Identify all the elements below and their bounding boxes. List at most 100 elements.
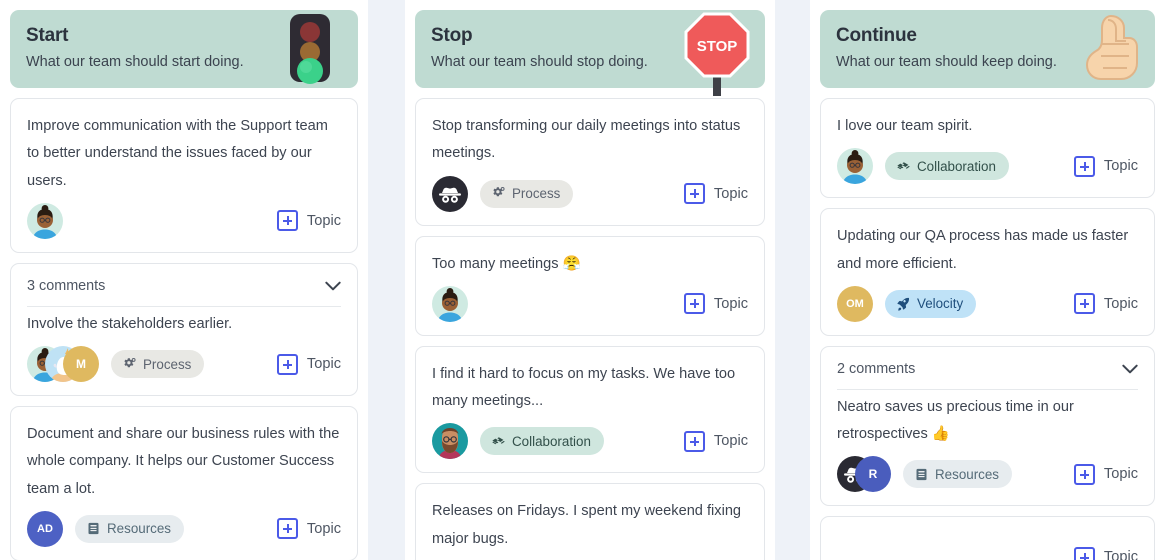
topic-chip[interactable]: Resources bbox=[903, 460, 1013, 489]
plus-icon bbox=[276, 210, 298, 232]
card-text: Stop transforming our daily meetings int… bbox=[432, 118, 741, 162]
card-text: Releases on Fridays. I spent my weekend … bbox=[432, 503, 742, 547]
avatar-group: R bbox=[837, 456, 891, 493]
idea-card[interactable]: Topic bbox=[820, 516, 1155, 560]
comments-count: 3 comments bbox=[27, 277, 106, 294]
add-topic-button[interactable]: Topic bbox=[1073, 463, 1138, 485]
add-topic-button[interactable]: Topic bbox=[276, 210, 341, 232]
incognito-avatar-icon bbox=[439, 187, 461, 203]
idea-card[interactable]: Updating our QA process has made us fast… bbox=[820, 208, 1155, 336]
add-topic-label: Topic bbox=[1103, 295, 1138, 312]
add-topic-button[interactable]: Topic bbox=[276, 518, 341, 540]
comments-toggle[interactable]: 2 comments bbox=[837, 361, 1138, 390]
add-topic-button[interactable]: Topic bbox=[276, 353, 341, 375]
topic-chip[interactable]: Process bbox=[480, 179, 574, 208]
idea-card[interactable]: Too many meetings 😤 Topic bbox=[415, 235, 765, 336]
avatar-icon bbox=[33, 204, 57, 239]
card-footer: Topic bbox=[27, 202, 341, 239]
add-topic-label: Topic bbox=[1103, 549, 1138, 560]
add-topic-button[interactable]: Topic bbox=[1073, 293, 1138, 315]
avatar[interactable] bbox=[432, 285, 468, 322]
card-footer: M Process Topic bbox=[27, 346, 341, 383]
column-start: Start What our team should start doing. Im… bbox=[0, 0, 368, 560]
comments-toggle[interactable]: 3 comments bbox=[27, 278, 341, 307]
avatar-initials: M bbox=[76, 357, 86, 372]
comments-count: 2 comments bbox=[837, 360, 916, 377]
idea-card[interactable]: I find it hard to focus on my tasks. We … bbox=[415, 345, 765, 474]
plus-icon bbox=[1073, 546, 1095, 560]
plus-icon bbox=[683, 430, 705, 452]
avatar-group: AD bbox=[27, 510, 63, 547]
avatar[interactable] bbox=[27, 202, 63, 239]
avatar[interactable] bbox=[432, 175, 468, 212]
topic-chip-label: Collaboration bbox=[512, 433, 591, 449]
idea-card[interactable]: Improve communication with the Support t… bbox=[10, 98, 358, 253]
avatar[interactable] bbox=[837, 148, 873, 185]
avatar-icon bbox=[438, 287, 462, 322]
topic-chip[interactable]: Resources bbox=[75, 514, 185, 543]
card-text: Improve communication with the Support t… bbox=[27, 118, 328, 189]
topic-chip-label: Process bbox=[143, 356, 192, 372]
thumbs-up-icon bbox=[1071, 8, 1143, 94]
idea-card[interactable]: Stop transforming our daily meetings int… bbox=[415, 98, 765, 226]
column-stop: Stop What our team should stop doing. STOP… bbox=[405, 0, 775, 560]
comment-group-card[interactable]: 2 comments Neatro saves us precious time … bbox=[820, 345, 1155, 507]
card-footer: AD Resources Topic bbox=[27, 510, 341, 547]
avatar-group bbox=[837, 148, 873, 185]
svg-text:STOP: STOP bbox=[697, 38, 738, 55]
idea-card[interactable]: Releases on Fridays. I spent my weekend … bbox=[415, 483, 765, 560]
chevron-down-icon[interactable] bbox=[325, 281, 341, 291]
add-topic-label: Topic bbox=[713, 433, 748, 450]
avatar[interactable]: AD bbox=[27, 510, 63, 547]
column-header-continue: Continue What our team should keep doing. bbox=[820, 10, 1155, 88]
avatar[interactable] bbox=[432, 423, 468, 460]
add-topic-label: Topic bbox=[713, 295, 748, 312]
add-topic-label: Topic bbox=[1103, 466, 1138, 483]
avatar[interactable]: R bbox=[855, 456, 891, 493]
comment-group-card[interactable]: 3 comments Involve the stakeholders earli… bbox=[10, 262, 358, 397]
add-topic-label: Topic bbox=[306, 520, 341, 537]
avatar[interactable]: OM bbox=[837, 285, 873, 322]
stop-sign-icon: STOP bbox=[681, 8, 753, 96]
gear-icon bbox=[491, 186, 506, 201]
card-text: Too many meetings 😤 bbox=[432, 255, 581, 272]
topic-chip[interactable]: Velocity bbox=[885, 289, 977, 318]
avatar-group bbox=[27, 202, 63, 239]
stop-sign-icon: STOP bbox=[684, 12, 750, 96]
book-icon bbox=[86, 521, 101, 536]
topic-chip-label: Process bbox=[512, 186, 561, 202]
add-topic-button[interactable]: Topic bbox=[1073, 155, 1138, 177]
add-topic-button[interactable]: Topic bbox=[683, 430, 748, 452]
idea-card[interactable]: Document and share our business rules wi… bbox=[10, 406, 358, 560]
avatar-group: M bbox=[27, 346, 99, 383]
plus-icon bbox=[276, 518, 298, 540]
avatar[interactable]: M bbox=[63, 346, 99, 383]
chevron-down-icon[interactable] bbox=[1122, 364, 1138, 374]
add-topic-button[interactable]: Topic bbox=[683, 183, 748, 205]
card-footer: Topic bbox=[837, 539, 1138, 560]
plus-icon bbox=[1073, 155, 1095, 177]
add-topic-button[interactable]: Topic bbox=[1073, 546, 1138, 560]
column-continue: Continue What our team should keep doing.… bbox=[810, 0, 1165, 560]
avatar-group bbox=[432, 175, 468, 212]
topic-chip[interactable]: Collaboration bbox=[480, 427, 604, 456]
avatar-group bbox=[432, 285, 468, 322]
add-topic-label: Topic bbox=[1103, 158, 1138, 175]
add-topic-button[interactable]: Topic bbox=[683, 293, 748, 315]
card-text: I love our team spirit. bbox=[837, 118, 973, 134]
retrospective-board: Start What our team should start doing. Im… bbox=[0, 0, 1165, 560]
card-footer: Collaboration Topic bbox=[837, 148, 1138, 185]
column-header-start: Start What our team should start doing. bbox=[10, 10, 358, 88]
topic-chip[interactable]: Collaboration bbox=[885, 152, 1009, 181]
handshake-icon bbox=[491, 434, 506, 449]
topic-chip[interactable]: Process bbox=[111, 350, 205, 379]
plus-icon bbox=[1073, 293, 1095, 315]
avatar-group: OM bbox=[837, 285, 873, 322]
card-text: Updating our QA process has made us fast… bbox=[837, 228, 1129, 272]
avatar-initials: OM bbox=[846, 297, 864, 310]
idea-card[interactable]: I love our team spirit. Collaboration Topi… bbox=[820, 98, 1155, 199]
plus-icon bbox=[683, 183, 705, 205]
column-header-stop: Stop What our team should stop doing. STOP bbox=[415, 10, 765, 96]
add-topic-label: Topic bbox=[306, 212, 341, 229]
topic-chip-label: Resources bbox=[107, 521, 172, 537]
